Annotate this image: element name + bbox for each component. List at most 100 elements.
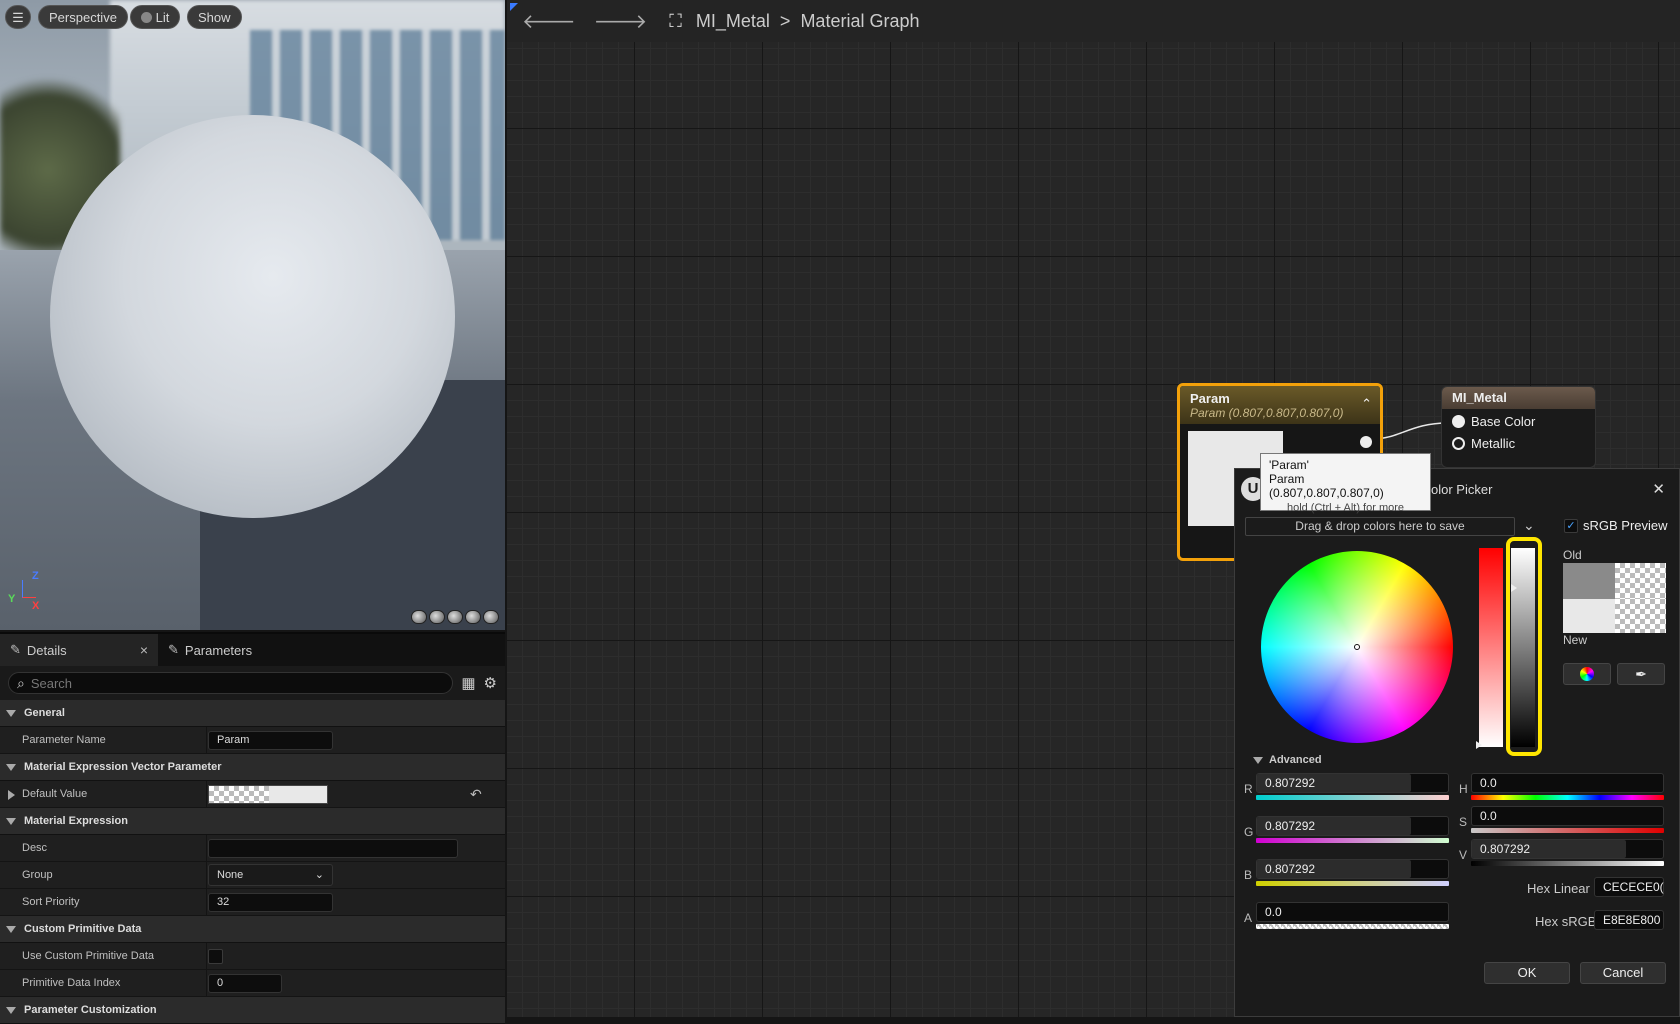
pin-base-color[interactable]: Base Color — [1442, 409, 1595, 434]
channel-h-value: 0.0 — [1480, 776, 1497, 790]
graph-hierarchy-icon[interactable]: ⛶ — [669, 11, 682, 32]
details-search-input[interactable]: ⌕ Search — [8, 672, 454, 694]
pin-metallic[interactable]: Metallic — [1442, 434, 1595, 456]
forward-arrow-icon[interactable]: 🡒 — [594, 9, 648, 34]
chevron-down-icon[interactable]: ⌄ — [1523, 517, 1535, 534]
color-wheel-icon — [1580, 667, 1594, 681]
cylinder-shape-icon[interactable] — [411, 610, 427, 624]
color-drop-area[interactable]: Drag & drop colors here to save — [1245, 517, 1515, 536]
channel-g-gradient — [1256, 838, 1449, 843]
cancel-button[interactable]: Cancel — [1580, 962, 1666, 984]
close-icon[interactable]: ✕ — [1652, 480, 1665, 498]
sphere-shape-icon[interactable] — [429, 610, 445, 624]
param-node-header[interactable]: Param Param (0.807,0.807,0.807,0) ⌃ — [1180, 386, 1380, 424]
tab-details[interactable]: ✎ Details × — [0, 634, 158, 666]
back-arrow-icon[interactable]: 🡐 — [522, 9, 576, 34]
close-tab-icon[interactable]: × — [140, 642, 148, 658]
primitive-data-index-field[interactable]: 0 — [208, 973, 282, 993]
channel-v-field[interactable]: 0.807292 — [1471, 839, 1664, 859]
default-value-swatch[interactable] — [208, 784, 328, 804]
property-group: Group None ⌄ — [0, 862, 505, 889]
srgb-preview-label: sRGB Preview — [1583, 518, 1668, 533]
desc-field[interactable] — [208, 838, 458, 858]
pencil-icon: ✎ — [168, 642, 179, 657]
tab-details-label: Details — [26, 642, 67, 658]
mi-metal-node-title: MI_Metal — [1442, 387, 1595, 409]
category-material-expression-label: Material Expression — [24, 815, 128, 827]
property-desc: Desc — [0, 835, 505, 862]
saturation-slider[interactable] — [1479, 548, 1503, 747]
eyedropper-button[interactable]: ✒ — [1617, 663, 1665, 685]
breadcrumb-graph[interactable]: Material Graph — [800, 11, 919, 32]
category-custom-primitive-data[interactable]: Custom Primitive Data — [0, 916, 505, 943]
category-parameter-customization-label: Parameter Customization — [24, 1004, 157, 1016]
category-parameter-customization[interactable]: Parameter Customization — [0, 997, 505, 1024]
advanced-label: Advanced — [1269, 754, 1322, 766]
mi-metal-node[interactable]: MI_Metal Base Color Metallic — [1441, 386, 1596, 468]
table-view-icon[interactable]: ▦ — [461, 674, 475, 692]
perspective-button[interactable]: Perspective — [38, 5, 128, 29]
channel-g-value: 0.807292 — [1265, 819, 1316, 833]
breadcrumb-asset[interactable]: MI_Metal — [696, 11, 770, 32]
channel-s-gradient — [1471, 828, 1664, 833]
srgb-preview-toggle[interactable]: ✓ sRGB Preview — [1564, 518, 1668, 533]
collapse-arrow-icon — [6, 763, 16, 771]
ok-button[interactable]: OK — [1484, 962, 1570, 984]
hex-srgb-field[interactable]: E8E8E800 — [1594, 910, 1664, 930]
gear-icon[interactable]: ⚙ — [484, 674, 497, 692]
value-slider-marker — [1511, 584, 1517, 592]
channel-s-field[interactable]: 0.0 — [1471, 806, 1664, 826]
hex-linear-field[interactable]: CECECE0( — [1594, 877, 1664, 897]
channel-v-label: V — [1459, 848, 1468, 862]
color-wheel-mode-button[interactable] — [1563, 663, 1611, 685]
channel-s-label: S — [1459, 815, 1468, 829]
parameter-name-field[interactable]: Param — [208, 730, 333, 750]
lit-button[interactable]: Lit — [130, 5, 181, 29]
tab-parameters-label: Parameters — [184, 642, 253, 658]
custom-mesh-icon[interactable] — [483, 610, 499, 624]
channel-g-field[interactable]: 0.807292 — [1256, 816, 1449, 836]
category-vector-parameter[interactable]: Material Expression Vector Parameter — [0, 754, 505, 781]
collapse-arrow-icon — [1253, 756, 1263, 764]
axis-x-label: X — [32, 600, 40, 612]
collapse-node-icon[interactable]: ⌃ — [1361, 396, 1372, 412]
channel-h-gradient — [1471, 795, 1664, 800]
collapse-arrow-icon — [6, 709, 16, 717]
plane-shape-icon[interactable] — [447, 610, 463, 624]
show-button[interactable]: Show — [187, 5, 242, 29]
advanced-toggle[interactable]: Advanced — [1253, 754, 1322, 766]
reset-to-default-icon[interactable]: ↶ — [470, 786, 482, 803]
hex-srgb-label: Hex sRGB — [1535, 914, 1597, 929]
channel-b-value: 0.807292 — [1265, 862, 1316, 876]
param-tooltip: 'Param' Param (0.807,0.807,0.807,0) hold… — [1260, 453, 1431, 514]
tooltip-hint: hold (Ctrl + Alt) for more — [1286, 502, 1405, 514]
sort-priority-field[interactable]: 32 — [208, 892, 333, 912]
category-vector-parameter-label: Material Expression Vector Parameter — [24, 761, 222, 773]
category-material-expression[interactable]: Material Expression — [0, 808, 505, 835]
category-general[interactable]: General — [0, 700, 505, 727]
channel-a-field[interactable]: 0.0 — [1256, 902, 1449, 922]
tab-parameters[interactable]: ✎ Parameters — [158, 634, 262, 666]
details-tab-bar: ✎ Details × ✎ Parameters — [0, 634, 505, 666]
category-custom-primitive-label: Custom Primitive Data — [24, 923, 142, 935]
group-dropdown[interactable]: None ⌄ — [208, 864, 333, 886]
default-value-label: Default Value — [22, 788, 88, 800]
color-picker-window: U olor Picker ✕ Drag & drop colors here … — [1234, 468, 1680, 1017]
property-sort-priority: Sort Priority 32 — [0, 889, 505, 916]
old-label: Old — [1563, 548, 1582, 562]
graph-toolbar: 🡐 🡒 ⛶ MI_Metal > Material Graph — [507, 0, 1680, 42]
search-placeholder: Search — [30, 675, 73, 691]
expand-arrow-icon[interactable] — [8, 790, 15, 800]
use-custom-primitive-checkbox[interactable] — [208, 948, 223, 964]
viewport-menu-button[interactable]: ☰ — [5, 5, 31, 29]
channel-r-field[interactable]: 0.807292 — [1256, 773, 1449, 793]
channel-h-field[interactable]: 0.0 — [1471, 773, 1664, 793]
pin-base-color-label: Base Color — [1471, 414, 1536, 429]
srgb-checkbox[interactable]: ✓ — [1564, 518, 1578, 533]
color-wheel-selector[interactable] — [1354, 644, 1360, 650]
output-pin-icon[interactable] — [1360, 436, 1372, 448]
cube-shape-icon[interactable] — [465, 610, 481, 624]
channel-b-field[interactable]: 0.807292 — [1256, 859, 1449, 879]
channel-a-gradient — [1256, 924, 1449, 929]
viewport[interactable]: ☰ Perspective Lit Show Z X Y — [0, 0, 505, 630]
